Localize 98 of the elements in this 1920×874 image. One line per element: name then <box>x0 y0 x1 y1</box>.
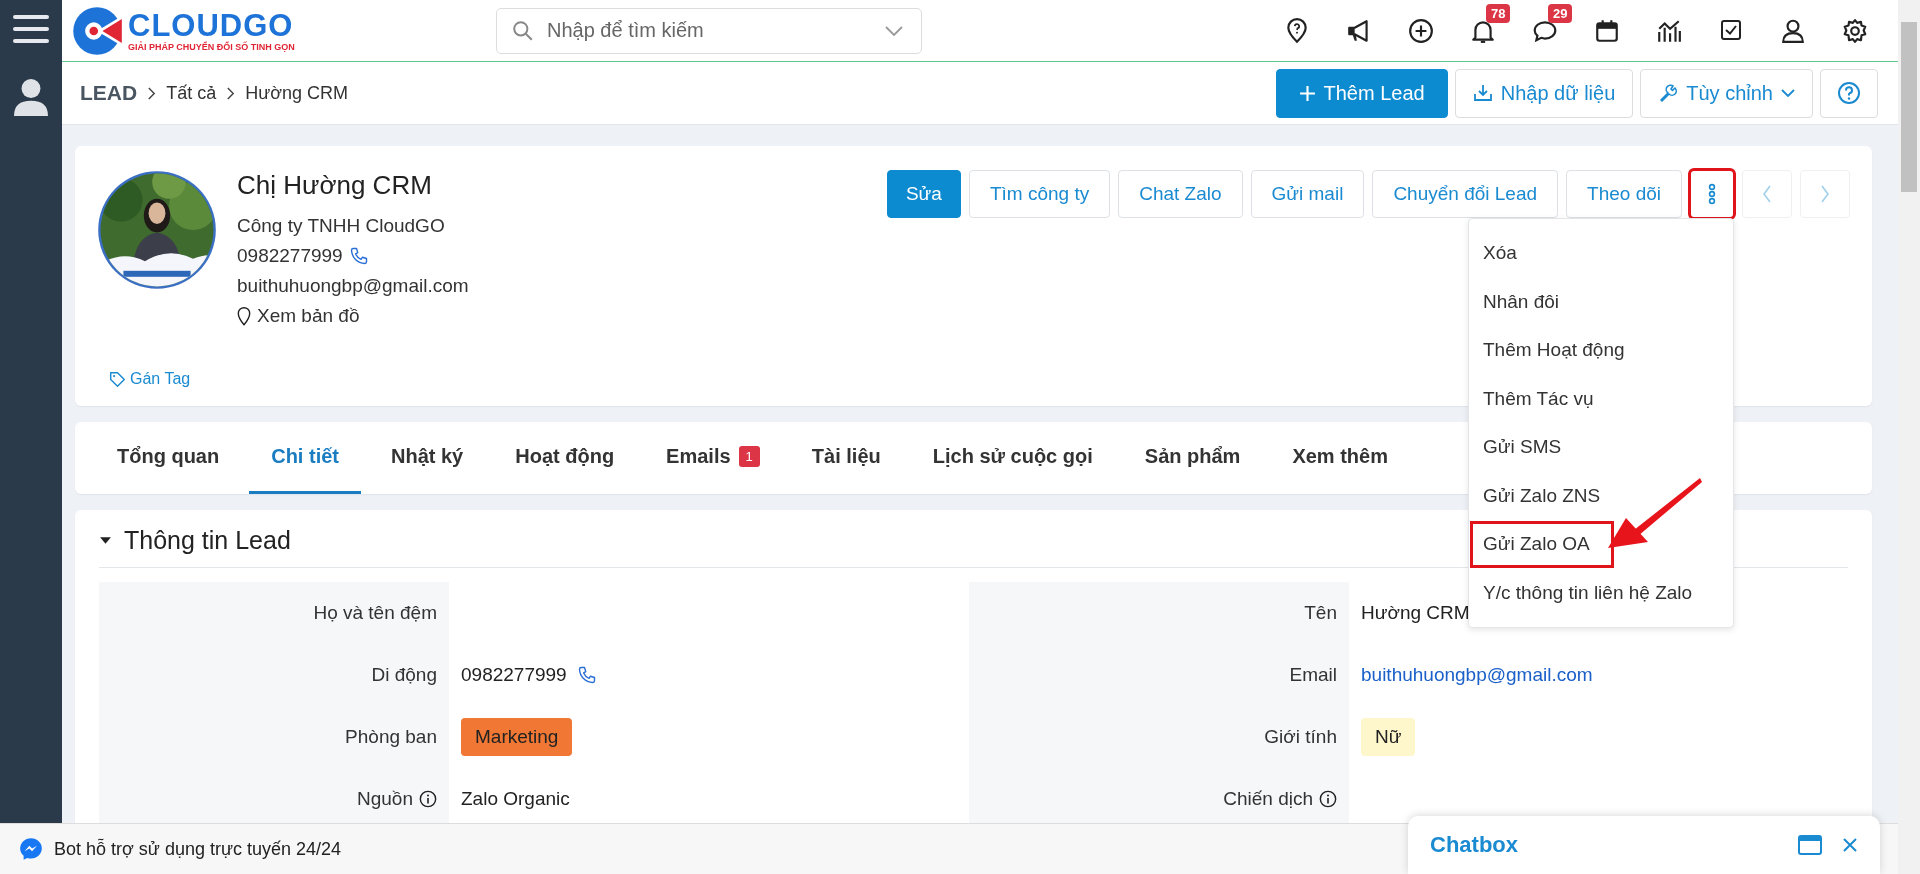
section-title: Thông tin Lead <box>124 526 291 555</box>
lead-name: Chị Hường CRM <box>237 170 433 201</box>
plus-circle-icon[interactable] <box>1408 17 1434 44</box>
tab-label: Xem thêm <box>1292 445 1388 468</box>
field-label: Di động <box>371 664 437 686</box>
location-pin-icon <box>237 306 251 326</box>
checkbox-icon[interactable] <box>1719 17 1743 42</box>
menu-item[interactable]: Gửi Zalo ZNS <box>1469 471 1733 520</box>
tag-icon <box>109 370 126 388</box>
field-label: Chiến dịch <box>1223 788 1313 810</box>
user-icon[interactable] <box>1780 17 1806 44</box>
edit-button[interactable]: Sửa <box>886 170 961 218</box>
customize-button[interactable]: Tùy chỉnh <box>1640 68 1813 118</box>
messenger-icon[interactable] <box>18 836 44 862</box>
field-label: Tên <box>1304 602 1337 624</box>
tag: Nữ <box>1361 718 1416 756</box>
action-button[interactable]: Theo dõi <box>1566 170 1682 218</box>
phone-icon[interactable] <box>576 665 597 685</box>
tag: Marketing <box>461 718 573 756</box>
email-link[interactable]: buithuhuongbp@gmail.com <box>1361 664 1593 686</box>
chevron-left-icon <box>1762 185 1772 203</box>
menu-icon[interactable] <box>13 14 49 44</box>
tab[interactable]: Nhật ký <box>369 422 486 494</box>
search-field[interactable]: Nhập để tìm kiếm <box>496 7 922 54</box>
field-value: 0982277999 <box>461 664 567 686</box>
download-icon <box>1472 83 1493 103</box>
vertical-dots-icon <box>1708 182 1716 206</box>
logo-name: CLOUDGO <box>128 9 295 42</box>
tab[interactable]: Lịch sử cuộc gọi <box>910 422 1115 494</box>
menu-item[interactable]: Y/c thông tin liên hệ Zalo <box>1469 568 1733 617</box>
count-badge: 78 <box>1486 3 1511 23</box>
tab[interactable]: Tổng quan <box>95 422 242 494</box>
wrench-icon <box>1658 83 1679 103</box>
menu-item[interactable]: Thêm Tác vụ <box>1469 374 1733 423</box>
count-badge: 1 <box>738 446 760 467</box>
menu-item[interactable]: Thêm Hoạt động <box>1469 326 1733 375</box>
tab-label: Hoạt động <box>515 445 615 468</box>
assign-tag-link[interactable]: Gán Tag <box>130 370 191 388</box>
action-button[interactable]: Chuyển đổi Lead <box>1372 170 1559 218</box>
add-lead-button[interactable]: Thêm Lead <box>1275 68 1448 118</box>
user-icon[interactable] <box>14 78 48 116</box>
location-pin-icon[interactable] <box>1284 17 1310 44</box>
count-badge: 29 <box>1548 3 1573 23</box>
breadcrumb-link[interactable]: Hường CRM <box>245 82 349 104</box>
map-link[interactable]: Xem bản đồ <box>257 301 360 331</box>
menu-item[interactable]: Gửi Zalo OA <box>1469 520 1615 569</box>
tab-label: Lịch sử cuộc gọi <box>932 445 1093 468</box>
chevron-down-icon <box>884 24 904 37</box>
breadcrumb-link[interactable]: LEAD <box>80 81 138 105</box>
tab-label: Sản phẩm <box>1144 445 1241 468</box>
settings-icon[interactable] <box>1842 17 1868 44</box>
action-button[interactable]: Tìm công ty <box>968 170 1111 218</box>
email-address: buithuhuongbp@gmail.com <box>237 274 469 298</box>
phone-icon[interactable] <box>348 246 369 266</box>
field-label: Email <box>1289 664 1337 686</box>
tab-label: Tổng quan <box>117 445 220 468</box>
tab[interactable]: Sản phẩm <box>1122 422 1263 494</box>
menu-item[interactable]: Gửi SMS <box>1469 423 1733 472</box>
field-label: Phòng ban <box>345 726 437 748</box>
logo-tagline: GIẢI PHÁP CHUYỂN ĐỔI SỐ TINH GỌN <box>128 41 295 52</box>
chevron-right-icon <box>226 86 236 100</box>
help-icon <box>1837 81 1861 105</box>
chatbox-title: Chatbox <box>1430 832 1518 858</box>
field-value: Hường CRM <box>1361 602 1470 624</box>
close-icon[interactable] <box>1842 837 1858 853</box>
help-button[interactable] <box>1820 68 1878 118</box>
tab[interactable]: Emails 1 <box>644 422 782 494</box>
tab-label: Tài liệu <box>811 445 881 468</box>
phone-number: 0982277999 <box>237 244 343 268</box>
search-icon <box>512 19 534 42</box>
import-button[interactable]: Nhập dữ liệu <box>1454 68 1634 118</box>
chevron-down-icon <box>1781 89 1795 97</box>
breadcrumb-link[interactable]: Tất cả <box>166 82 217 104</box>
tab[interactable]: Hoạt động <box>493 422 637 494</box>
window-icon[interactable] <box>1798 835 1822 855</box>
tab[interactable]: Xem thêm <box>1270 422 1410 494</box>
tab[interactable]: Tài liệu <box>789 422 903 494</box>
more-options-button[interactable] <box>1690 170 1734 218</box>
tab[interactable]: Chi tiết <box>249 422 361 494</box>
tab-label: Emails <box>666 445 731 468</box>
plus-icon <box>1298 84 1316 102</box>
company-name: Công ty TNHH CloudGO <box>237 214 446 238</box>
chevron-right-icon <box>1820 185 1830 203</box>
tab-label: Nhật ký <box>391 445 464 468</box>
action-button[interactable]: Gửi mail <box>1250 170 1365 218</box>
field-label: Nguồn <box>357 788 413 810</box>
menu-item[interactable]: Nhân đôi <box>1469 277 1733 326</box>
scrollbar[interactable] <box>1898 0 1920 874</box>
tab-label: Chi tiết <box>271 445 339 468</box>
caret-down-icon[interactable] <box>99 534 112 547</box>
menu-item[interactable]: Xóa <box>1469 229 1733 278</box>
field-value: Zalo Organic <box>461 788 570 810</box>
field-label: Giới tính <box>1264 726 1337 748</box>
chevron-right-icon <box>147 86 157 100</box>
calendar-icon[interactable] <box>1594 17 1620 44</box>
field-label: Họ và tên đệm <box>313 602 437 624</box>
chat-bot-text[interactable]: Bot hỗ trợ sử dụng trực tuyến 24/24 <box>54 838 342 860</box>
action-button[interactable]: Chat Zalo <box>1118 170 1243 218</box>
